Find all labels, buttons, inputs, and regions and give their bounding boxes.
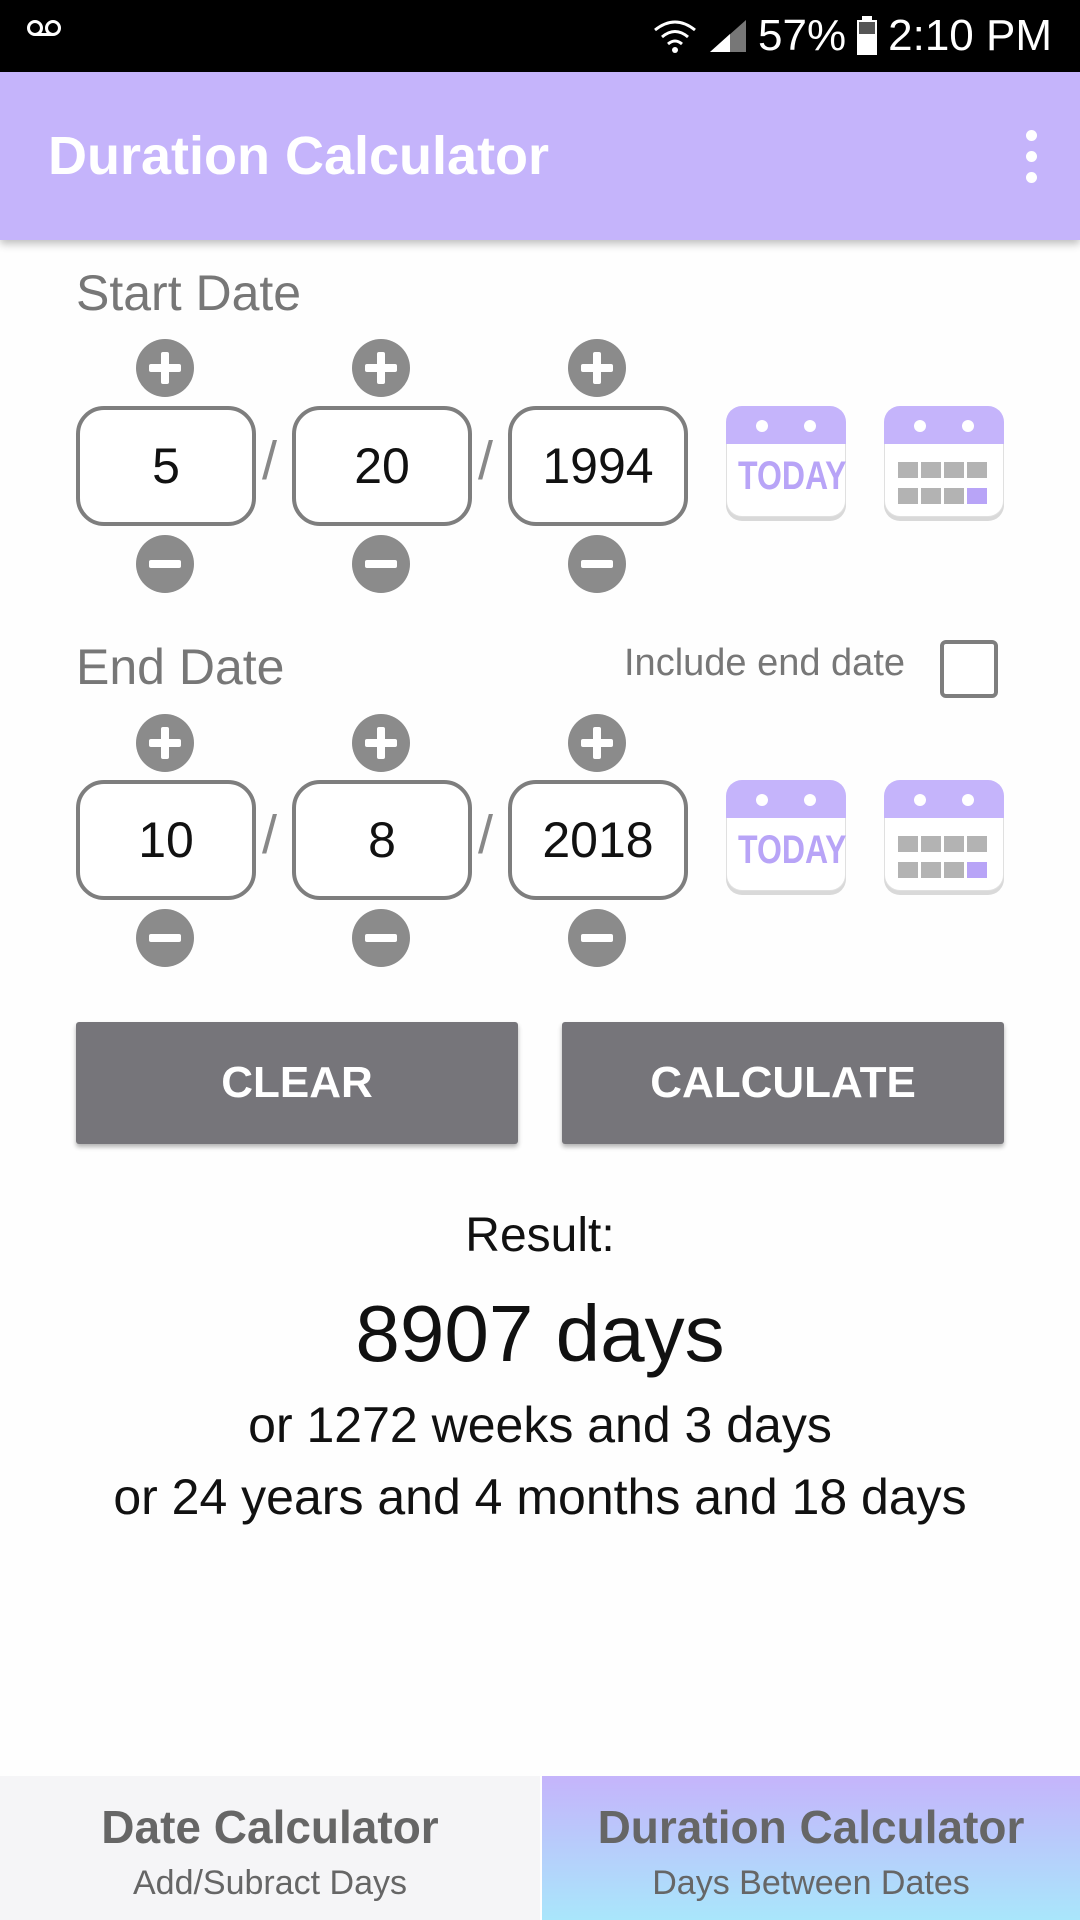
app-bar: Duration Calculator — [0, 72, 1080, 240]
end-day-minus-icon[interactable] — [352, 909, 410, 967]
result-heading: Result: — [465, 1209, 615, 1262]
date-separator: / — [478, 431, 494, 491]
start-date-label: Start Date — [76, 265, 302, 321]
start-year-minus-icon[interactable] — [568, 535, 626, 593]
date-separator: / — [262, 805, 278, 865]
start-today-calendar-icon[interactable]: TODAY — [726, 406, 846, 526]
start-month-minus-icon[interactable] — [136, 535, 194, 593]
wifi-icon — [654, 20, 696, 53]
battery-icon — [857, 16, 878, 55]
end-day-field[interactable]: 8 — [292, 780, 472, 900]
start-calendar-grid-icon[interactable] — [884, 406, 1004, 526]
tab-date-calculator-subtitle: Add/Subract Days — [132, 1864, 408, 1902]
end-date-label: End Date — [76, 639, 285, 695]
result-weeks: or 1272 weeks and 3 days — [248, 1397, 832, 1453]
tab-duration-calculator-title: Duration Calculator — [597, 1801, 1025, 1853]
start-day-field[interactable]: 20 — [292, 406, 472, 526]
clear-button[interactable]: CLEAR — [76, 1022, 518, 1144]
calculate-button[interactable]: CALCULATE — [562, 1022, 1004, 1144]
result-days: 8907 days — [355, 1289, 725, 1378]
start-year-field[interactable]: 1994 — [508, 406, 688, 526]
end-calendar-grid-icon[interactable] — [884, 780, 1004, 900]
tab-duration-calculator-subtitle: Days Between Dates — [652, 1864, 970, 1902]
tab-date-calculator-title: Date Calculator — [101, 1801, 439, 1853]
more-vert-icon[interactable] — [1016, 130, 1046, 184]
end-month-minus-icon[interactable] — [136, 909, 194, 967]
tab-duration-calculator[interactable]: Duration Calculator Days Between Dates — [542, 1776, 1080, 1920]
start-month-plus-icon[interactable] — [136, 339, 194, 397]
include-end-date-checkbox[interactable] — [940, 640, 998, 698]
result-years-months-days: or 24 years and 4 months and 18 days — [113, 1469, 967, 1525]
end-year-plus-icon[interactable] — [568, 714, 626, 772]
today-label: TODAY — [738, 454, 847, 498]
clock: 2:10 PM — [888, 11, 1052, 60]
voicemail-icon — [27, 20, 61, 36]
today-label: TODAY — [738, 828, 847, 872]
end-year-field[interactable]: 2018 — [508, 780, 688, 900]
start-day-minus-icon[interactable] — [352, 535, 410, 593]
start-year-plus-icon[interactable] — [568, 339, 626, 397]
start-day-plus-icon[interactable] — [352, 339, 410, 397]
signal-icon — [710, 20, 747, 52]
include-end-date-label[interactable]: Include end date — [624, 642, 905, 685]
date-separator: / — [262, 431, 278, 491]
battery-percent: 57% — [758, 11, 847, 60]
end-day-plus-icon[interactable] — [352, 714, 410, 772]
end-month-field[interactable]: 10 — [76, 780, 256, 900]
start-month-field[interactable]: 5 — [76, 406, 256, 526]
app-title: Duration Calculator — [48, 126, 550, 186]
date-separator: / — [478, 805, 494, 865]
status-bar: 57% 2:10 PM — [0, 0, 1080, 72]
tab-date-calculator[interactable]: Date Calculator Add/Subract Days — [0, 1776, 540, 1920]
end-today-calendar-icon[interactable]: TODAY — [726, 780, 846, 900]
end-year-minus-icon[interactable] — [568, 909, 626, 967]
end-month-plus-icon[interactable] — [136, 714, 194, 772]
